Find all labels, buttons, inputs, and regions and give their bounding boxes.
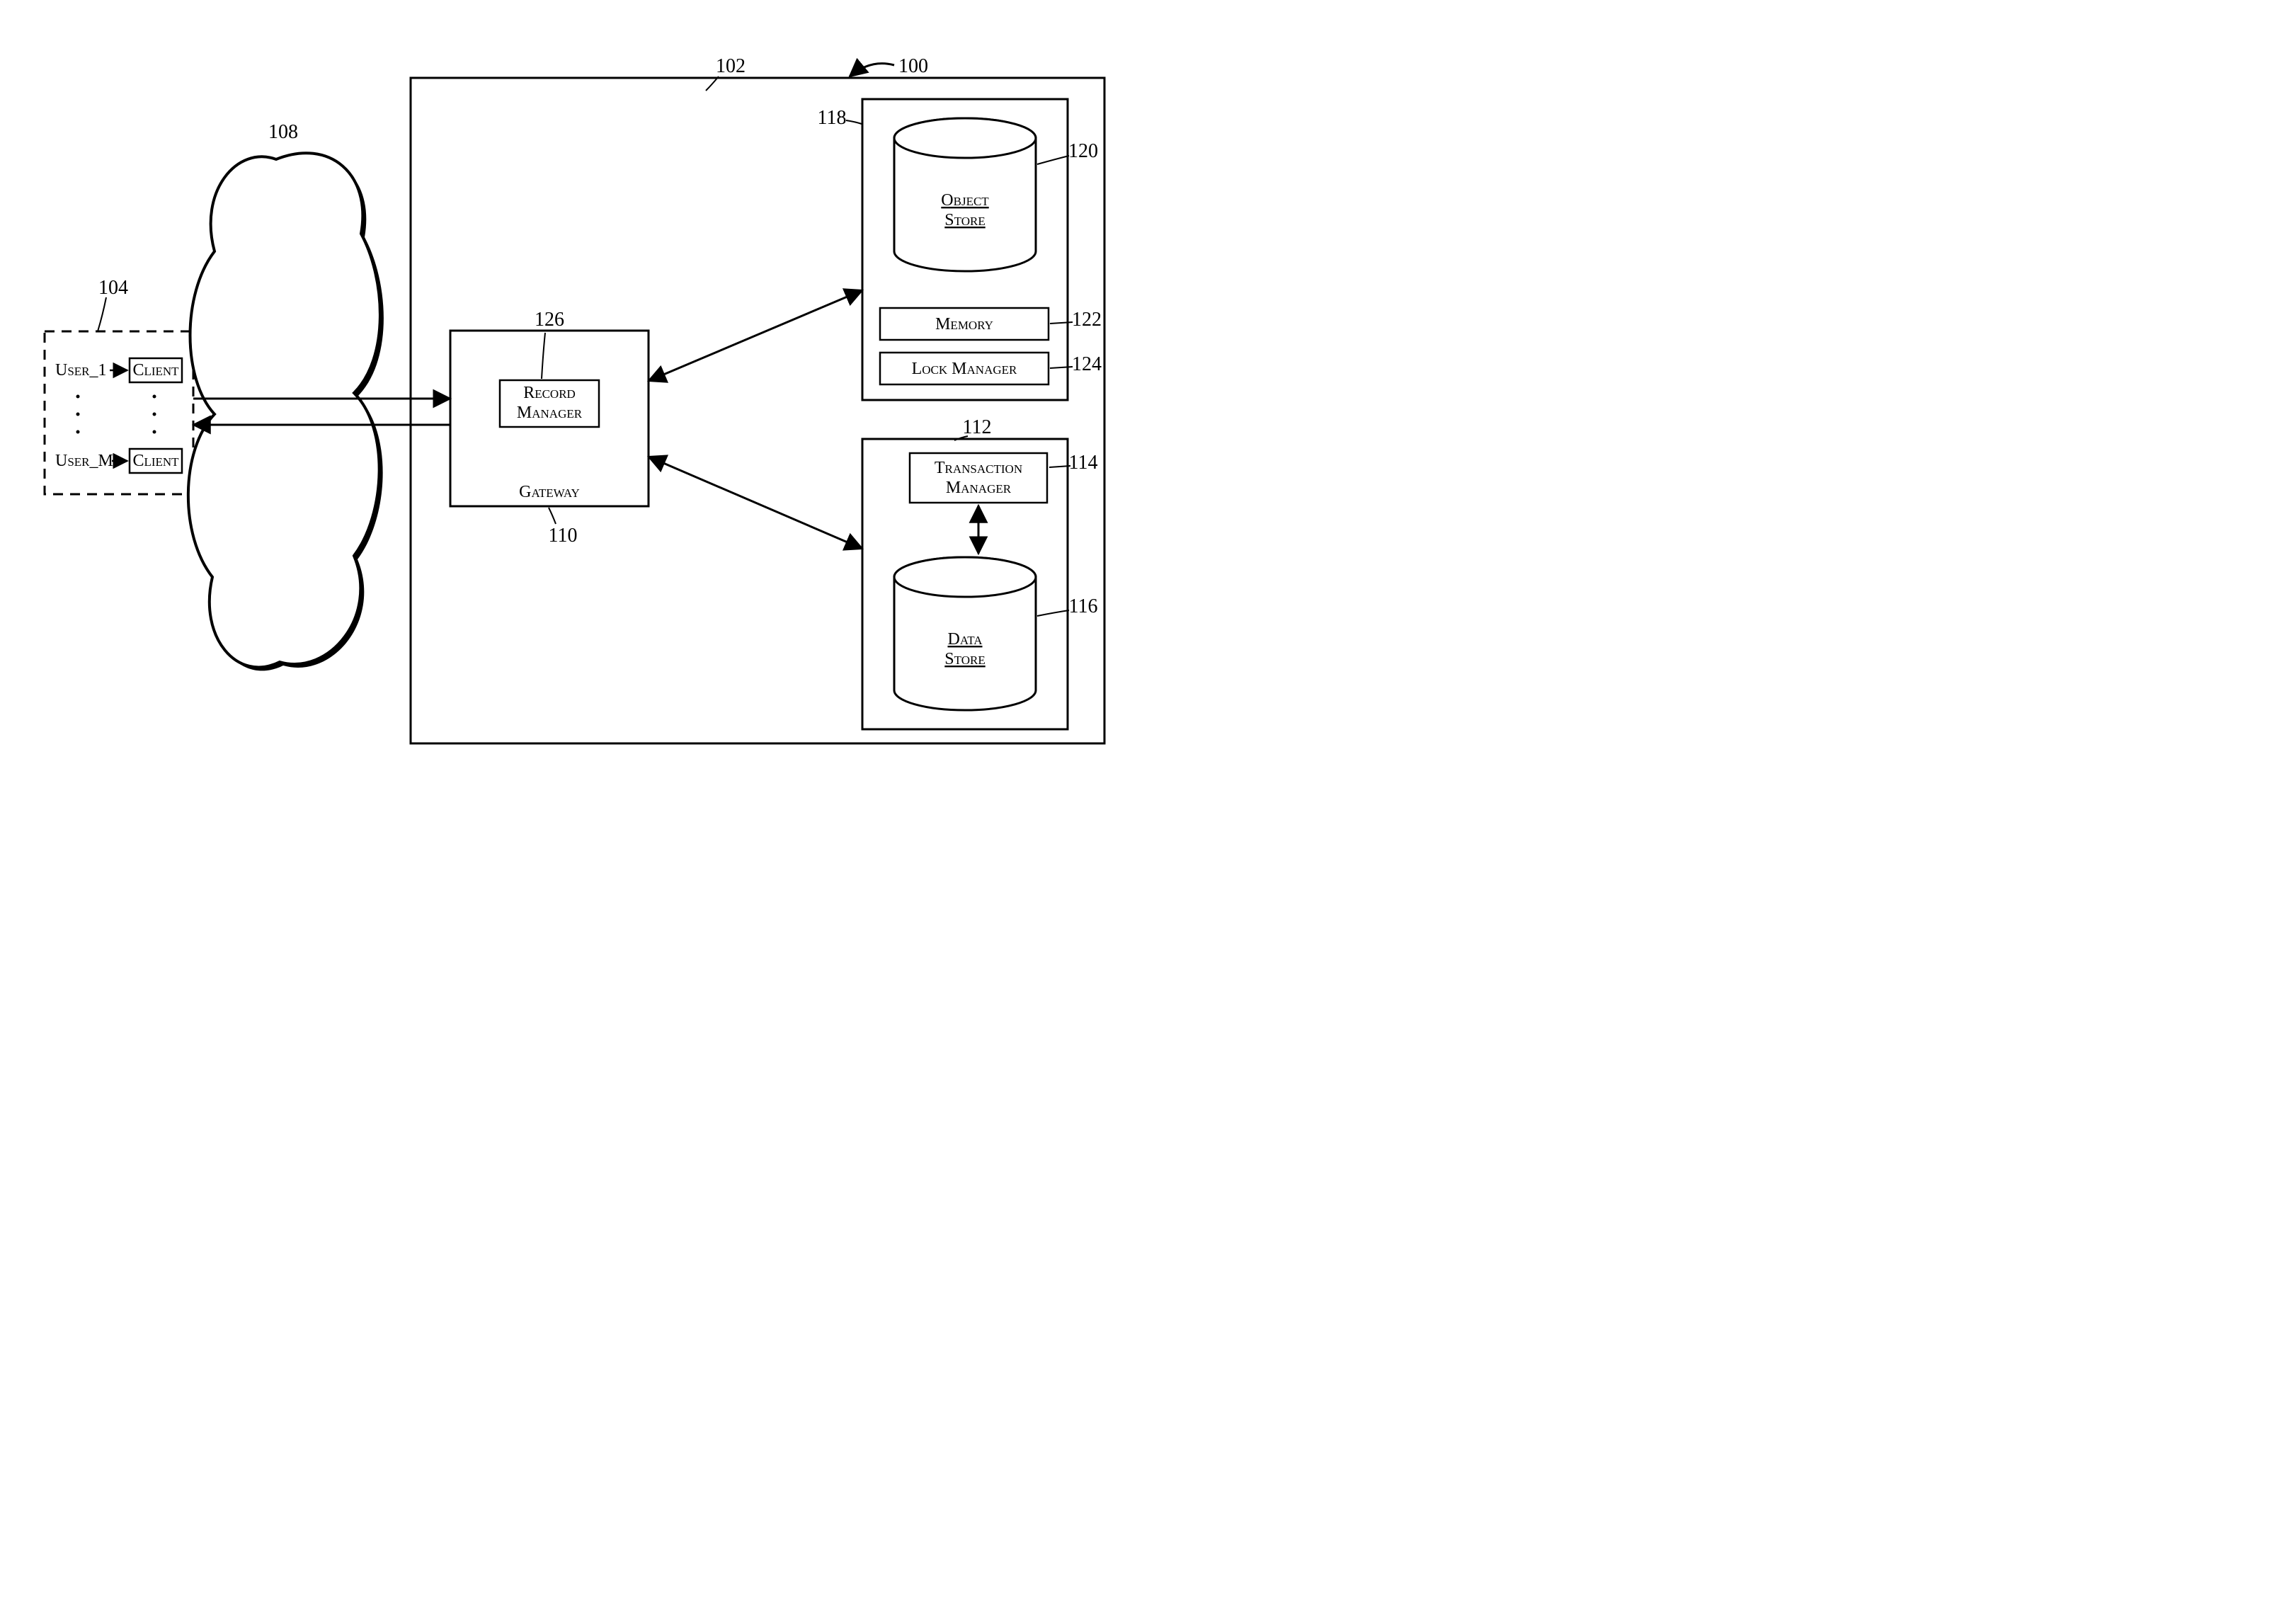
ref-record-manager: 126 <box>535 309 564 331</box>
cloud-icon: 108 <box>188 121 384 670</box>
object-store-cylinder: Object Store <box>894 118 1036 271</box>
ref-cloud: 108 <box>268 121 298 143</box>
client-label-m: Client <box>132 452 179 470</box>
object-store-label-1: Object <box>941 191 989 210</box>
ref-object-store: 120 <box>1068 140 1098 162</box>
data-store-label-1: Data <box>947 630 983 649</box>
client-label-1: Client <box>132 361 179 379</box>
object-store-label-2: Store <box>944 211 985 229</box>
record-manager-label-1: Record <box>523 384 576 402</box>
gateway-block: Gateway 110 Record Manager 126 <box>450 309 649 547</box>
ref-data-store: 116 <box>1069 595 1098 617</box>
record-manager-label-2: Manager <box>517 404 583 422</box>
arrow-gateway-object <box>649 290 862 381</box>
ref-system: 100 <box>850 55 928 77</box>
transaction-label-2: Manager <box>946 479 1012 497</box>
ref-object-block: 118 <box>818 107 847 129</box>
object-store-block: 118 Object Store 120 Memory 122 Lock Man… <box>818 99 1102 400</box>
ref-server-block: 102 <box>716 55 746 77</box>
data-store-label-2: Store <box>944 650 985 668</box>
ref-gateway: 110 <box>549 525 578 547</box>
lock-manager-label: Lock Manager <box>912 360 1017 378</box>
data-store-cylinder: Data Store <box>894 557 1036 710</box>
ref-txn-manager: 114 <box>1069 452 1098 474</box>
svg-text:100: 100 <box>898 55 928 77</box>
client-block: 104 User_1 Client User_M Client <box>45 277 193 494</box>
user-last-label: User_M <box>55 452 113 470</box>
ref-client-block: 104 <box>98 277 128 299</box>
arrow-gateway-storage <box>649 457 862 549</box>
memory-label: Memory <box>935 315 993 333</box>
storage-block: 112 Transaction Manager 114 Data Store 1… <box>862 416 1097 729</box>
transaction-label-1: Transaction <box>935 459 1022 477</box>
ref-memory: 122 <box>1072 309 1102 331</box>
gateway-label: Gateway <box>519 483 580 501</box>
ref-storage-block: 112 <box>963 416 992 438</box>
ref-lock-manager: 124 <box>1072 353 1102 375</box>
user-first-label: User_1 <box>55 361 107 379</box>
